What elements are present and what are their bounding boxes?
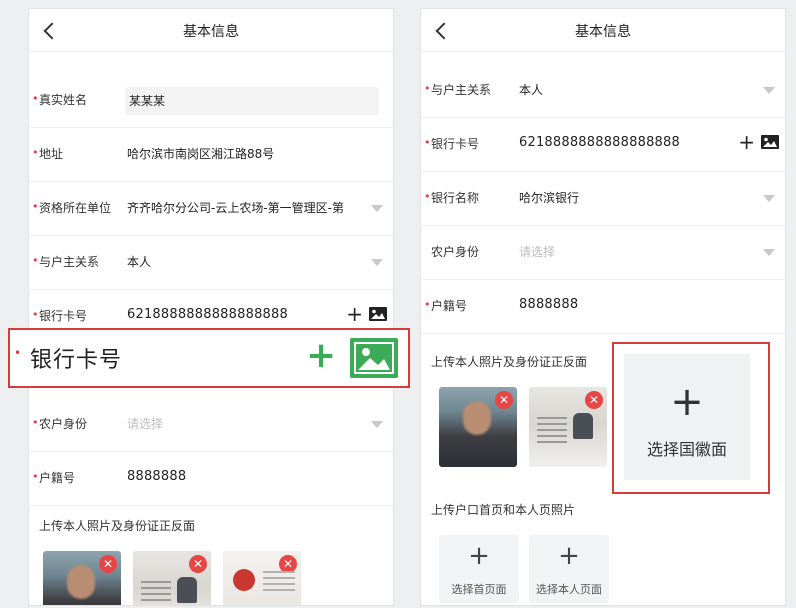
required-mark: • (32, 470, 39, 483)
image-icon[interactable] (761, 135, 779, 149)
close-icon[interactable]: ✕ (495, 391, 513, 409)
required-mark: • (14, 346, 22, 360)
field-unit[interactable]: • 资格所在单位 齐齐哈尔分公司-云上农场-第一管理区-第 (29, 181, 393, 236)
header: 基本信息 (29, 9, 393, 52)
required-mark: • (32, 146, 39, 159)
bank-card-callout: • 银行卡号 + (8, 328, 410, 388)
field-label: 农户身份 (39, 417, 88, 431)
field-label: 农户身份 (431, 245, 480, 259)
id-front-thumbnail[interactable]: ✕ (529, 387, 607, 467)
required-mark: • (32, 92, 39, 105)
upload-id-title: 上传本人照片及身份证正反面 (39, 519, 196, 533)
caret-down-icon[interactable] (371, 421, 383, 428)
relation-select[interactable]: 本人 (519, 81, 543, 98)
image-icon[interactable] (369, 307, 387, 321)
plus-icon[interactable]: + (738, 131, 755, 153)
real-name-input[interactable]: 某某某 (125, 87, 379, 115)
caret-down-icon[interactable] (763, 87, 775, 94)
tile-caption: 选择首页面 (451, 583, 507, 596)
id-emblem-thumbnail[interactable]: ✕ (223, 551, 301, 605)
upload-hukou-title: 上传户口首页和本人页照片 (431, 503, 576, 517)
field-label: 地址 (39, 147, 64, 161)
required-mark: • (32, 254, 39, 267)
field-relation[interactable]: • 与户主关系 本人 (421, 63, 785, 118)
relation-select[interactable]: 本人 (127, 253, 151, 270)
field-label: 与户主关系 (431, 83, 492, 97)
tile-caption: 选择国徽面 (646, 440, 727, 459)
photo-thumbnail[interactable]: ✕ (439, 387, 517, 467)
required-mark: • (32, 308, 39, 321)
emblem-upload-tile[interactable]: + 选择国徽面 (624, 354, 750, 480)
id-front-thumbnail[interactable]: ✕ (133, 551, 211, 605)
field-relation[interactable]: • 与户主关系 本人 (29, 235, 393, 290)
required-mark: • (424, 298, 431, 311)
plus-icon[interactable]: + (346, 303, 363, 325)
field-label: 户籍号 (431, 299, 468, 313)
field-label: 银行名称 (431, 191, 480, 205)
field-farmer-identity[interactable]: 农户身份 请选择 (421, 225, 785, 280)
plus-icon: + (468, 541, 490, 571)
farmer-identity-select[interactable]: 请选择 (519, 243, 555, 260)
required-mark: • (32, 416, 39, 429)
bank-card-input[interactable]: 6218888888888888888 (519, 135, 680, 150)
close-icon[interactable]: ✕ (99, 555, 117, 573)
close-icon[interactable]: ✕ (189, 555, 207, 573)
close-icon[interactable]: ✕ (279, 555, 297, 573)
plus-icon: + (670, 379, 704, 425)
close-icon[interactable]: ✕ (585, 391, 603, 409)
select-first-page-button[interactable]: + 选择首页面 (439, 535, 519, 603)
caret-down-icon[interactable] (371, 205, 383, 212)
field-label: 与户主关系 (39, 255, 100, 269)
farmer-identity-select[interactable]: 请选择 (127, 415, 163, 432)
field-address[interactable]: • 地址 哈尔滨市南岗区湘江路88号 (29, 127, 393, 182)
select-personal-page-button[interactable]: + 选择本人页面 (529, 535, 609, 603)
bank-name-select[interactable]: 哈尔滨银行 (519, 189, 579, 206)
upload-id-title: 上传本人照片及身份证正反面 (431, 355, 588, 369)
select-emblem-side-button[interactable]: + 选择国徽面 (612, 342, 770, 494)
unit-select[interactable]: 齐齐哈尔分公司-云上农场-第一管理区-第 (127, 199, 344, 216)
required-mark: • (32, 200, 39, 213)
bank-card-input[interactable]: 6218888888888888888 (127, 307, 288, 322)
callout-label: 银行卡号 (30, 348, 123, 373)
field-household-number[interactable]: • 户籍号 8888888 (29, 451, 393, 506)
field-label: 资格所在单位 (39, 201, 112, 215)
field-real-name[interactable]: • 真实姓名 某某某 (29, 73, 393, 128)
caret-down-icon[interactable] (763, 249, 775, 256)
household-number-input[interactable]: 8888888 (519, 297, 578, 312)
field-bank-name[interactable]: • 银行名称 哈尔滨银行 (421, 171, 785, 226)
household-number-input[interactable]: 8888888 (127, 469, 186, 484)
header: 基本信息 (421, 9, 785, 52)
caret-down-icon[interactable] (763, 195, 775, 202)
field-label: 银行卡号 (39, 309, 88, 323)
image-icon[interactable] (350, 338, 398, 378)
address-input[interactable]: 哈尔滨市南岗区湘江路88号 (127, 145, 274, 162)
phone-screen-right: 基本信息 • 与户主关系 本人 • 银行卡号 62188888888888888… (420, 8, 786, 606)
page-title: 基本信息 (183, 24, 239, 40)
plus-icon: + (558, 541, 580, 571)
required-mark: • (424, 82, 431, 95)
field-label: 银行卡号 (431, 137, 480, 151)
field-household-number[interactable]: • 户籍号 8888888 (421, 279, 785, 334)
field-bank-card[interactable]: • 银行卡号 6218888888888888888 + (421, 117, 785, 172)
photo-thumbnail[interactable]: ✕ (43, 551, 121, 605)
phone-screen-left: 基本信息 • 真实姓名 某某某 • 地址 哈尔滨市南岗区湘江路88号 • 资格所… (28, 8, 394, 606)
required-mark: • (424, 136, 431, 149)
caret-down-icon[interactable] (371, 259, 383, 266)
plus-icon[interactable]: + (306, 336, 336, 376)
required-mark: • (424, 190, 431, 203)
tile-caption: 选择本人页面 (536, 583, 602, 596)
page-title: 基本信息 (575, 24, 631, 40)
field-label: 户籍号 (39, 471, 76, 485)
field-label: 真实姓名 (39, 93, 88, 107)
field-farmer-identity[interactable]: • 农户身份 请选择 (29, 397, 393, 452)
